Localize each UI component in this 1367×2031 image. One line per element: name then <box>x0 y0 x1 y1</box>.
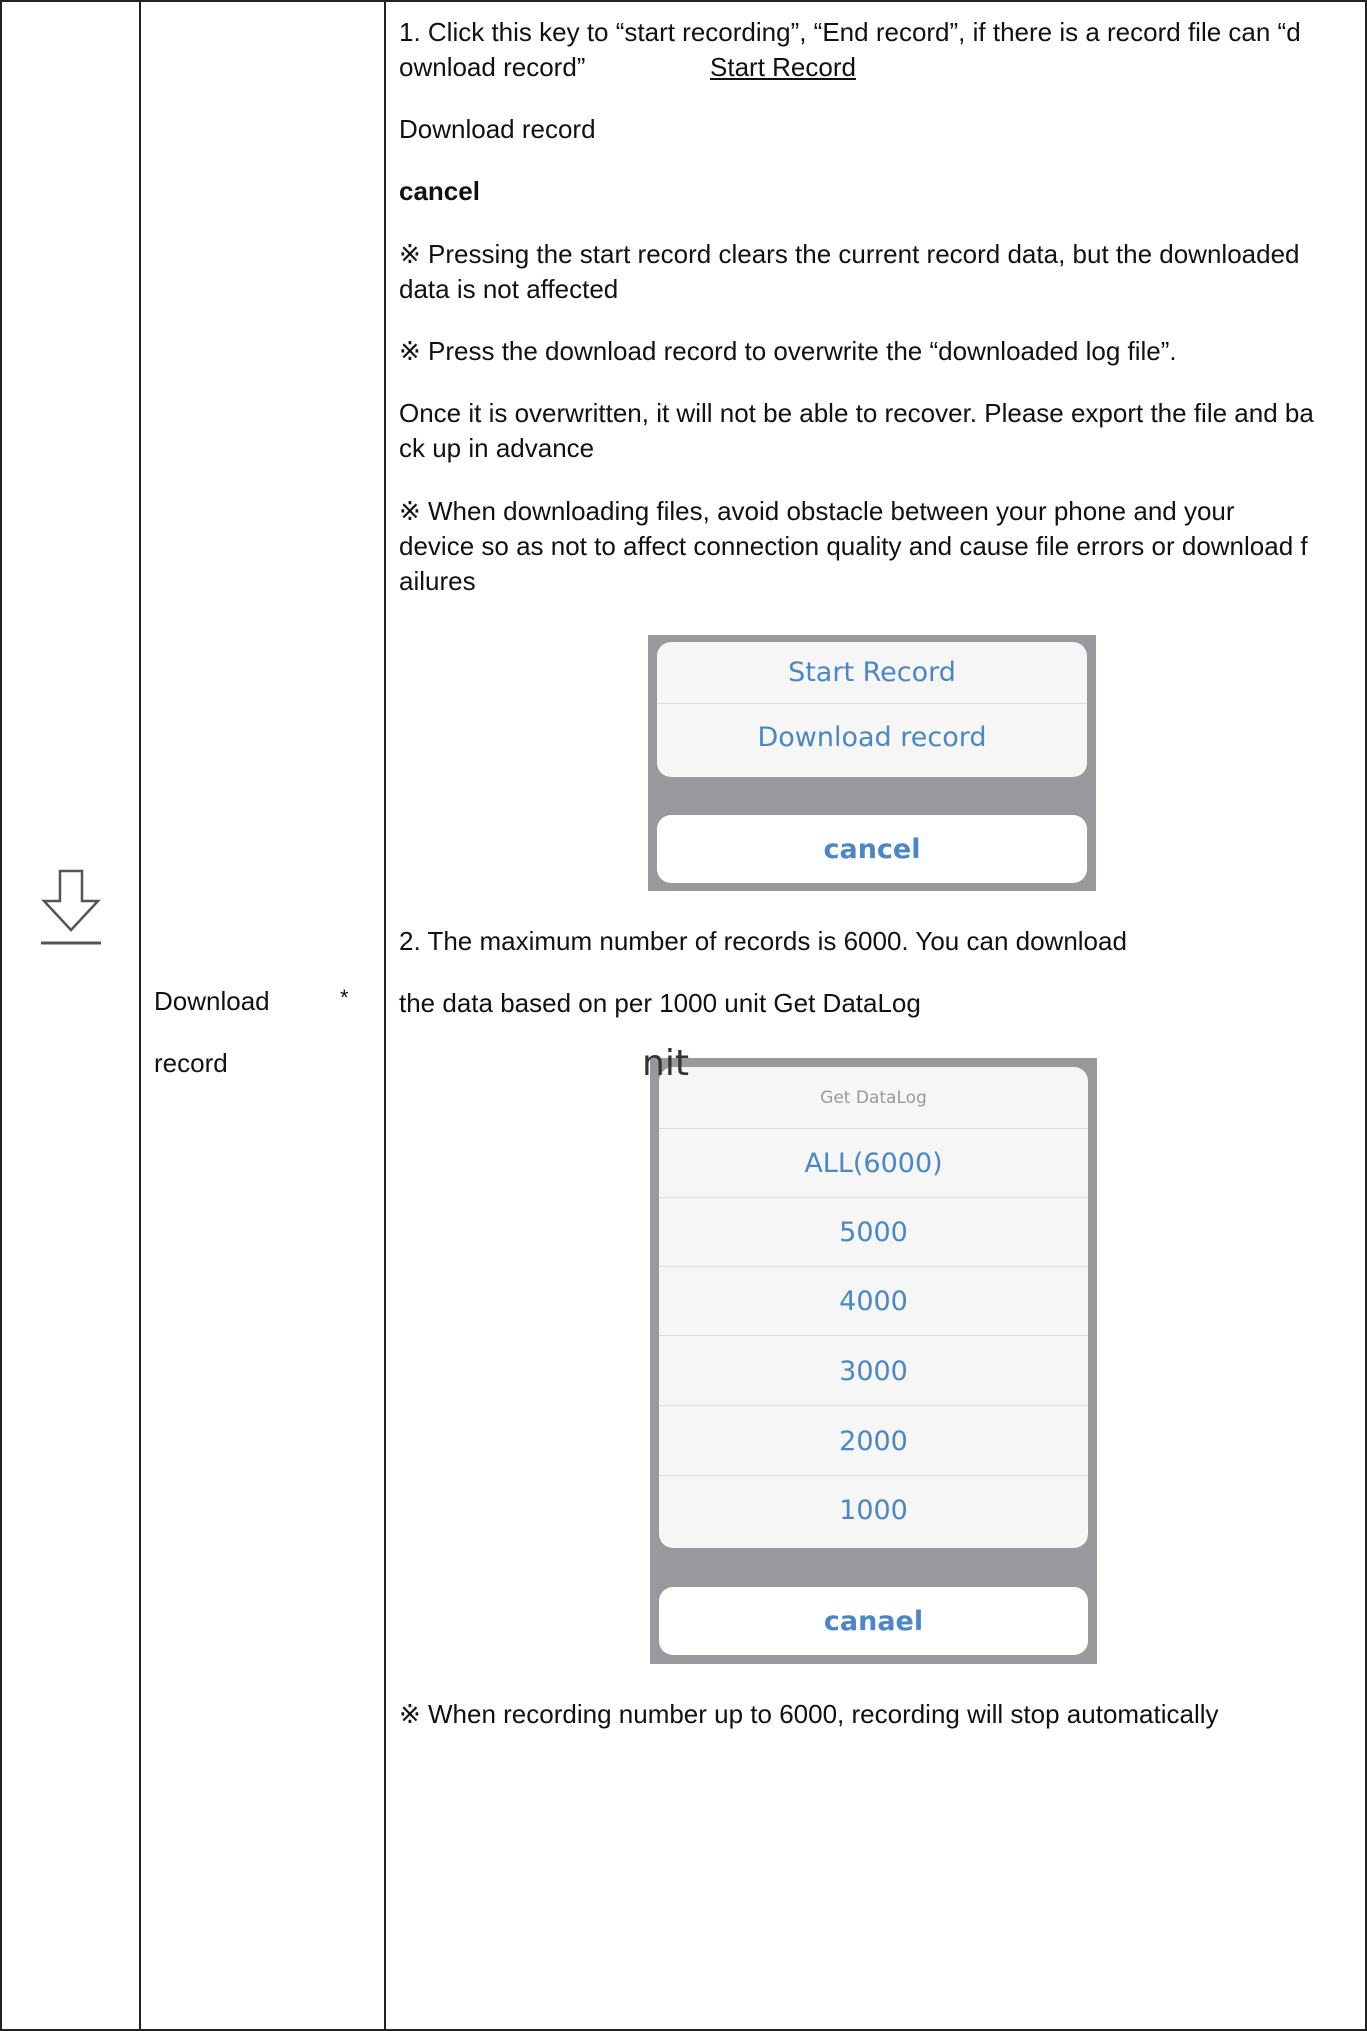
desc-p9: the data based on per 1000 unit Get Data… <box>399 988 921 1018</box>
table-border-top <box>0 0 1367 2</box>
cancel-option[interactable]: cancel <box>657 815 1087 883</box>
datalog-option-3000[interactable]: 3000 <box>659 1335 1088 1406</box>
datalog-option-5000[interactable]: 5000 <box>659 1197 1088 1267</box>
function-name-line2: record <box>154 1048 228 1078</box>
asterisk-marker: * <box>340 985 349 1010</box>
datalog-options-card: Get DataLog ALL(6000) 5000 4000 3000 200… <box>659 1067 1088 1548</box>
desc-p2: Download record <box>399 114 596 144</box>
datalog-sheet-title: Get DataLog <box>820 1087 927 1108</box>
desc-p6-line2: ck up in advance <box>399 433 595 463</box>
desc-p4-line1: ※ Pressing the start record clears the c… <box>399 239 1300 269</box>
download-arrow-icon <box>38 868 104 953</box>
desc-p4-line2: data is not affected <box>399 274 619 304</box>
stray-text-fragment: nit <box>642 1043 689 1084</box>
record-action-sheet: Start Record Download record cancel <box>648 635 1096 891</box>
desc-p3-cancel: cancel <box>399 176 480 206</box>
start-record-inline: Start Record <box>710 52 856 82</box>
desc-p6-line1: Once it is overwritten, it will not be a… <box>399 398 1314 428</box>
start-record-option[interactable]: Start Record <box>657 642 1087 703</box>
table-divider-2 <box>384 0 386 2031</box>
datalog-option-4000[interactable]: 4000 <box>659 1266 1088 1336</box>
desc-p1-line2-text: ownload record” <box>399 52 586 82</box>
desc-p10: ※ When recording number up to 6000, reco… <box>399 1699 1219 1729</box>
cancel-card: cancel <box>657 815 1087 883</box>
desc-p7-line1: ※ When downloading files, avoid obstacle… <box>399 496 1235 526</box>
datalog-option-2000[interactable]: 2000 <box>659 1405 1088 1476</box>
datalog-option-all[interactable]: ALL(6000) <box>659 1128 1088 1198</box>
datalog-cancel-card: canael <box>659 1587 1088 1655</box>
desc-p1-line1: 1. Click this key to “start recording”, … <box>399 17 1301 47</box>
desc-p5: ※ Press the download record to overwrite… <box>399 336 1177 366</box>
table-divider-1 <box>139 0 141 2031</box>
desc-p7-line2: device so as not to affect connection qu… <box>399 531 1308 561</box>
datalog-cancel-option[interactable]: canael <box>659 1587 1088 1655</box>
function-name-line1: Download <box>154 986 270 1016</box>
table-border-left <box>0 0 2 2031</box>
record-options-card: Start Record Download record <box>657 642 1087 777</box>
datalog-option-1000[interactable]: 1000 <box>659 1475 1088 1544</box>
desc-p7-line3: ailures <box>399 566 476 596</box>
desc-p1-line2: ownload record” <box>399 50 585 85</box>
desc-p8: 2. The maximum number of records is 6000… <box>399 926 1127 956</box>
download-record-option[interactable]: Download record <box>657 703 1087 770</box>
datalog-action-sheet: Get DataLog ALL(6000) 5000 4000 3000 200… <box>650 1058 1097 1664</box>
